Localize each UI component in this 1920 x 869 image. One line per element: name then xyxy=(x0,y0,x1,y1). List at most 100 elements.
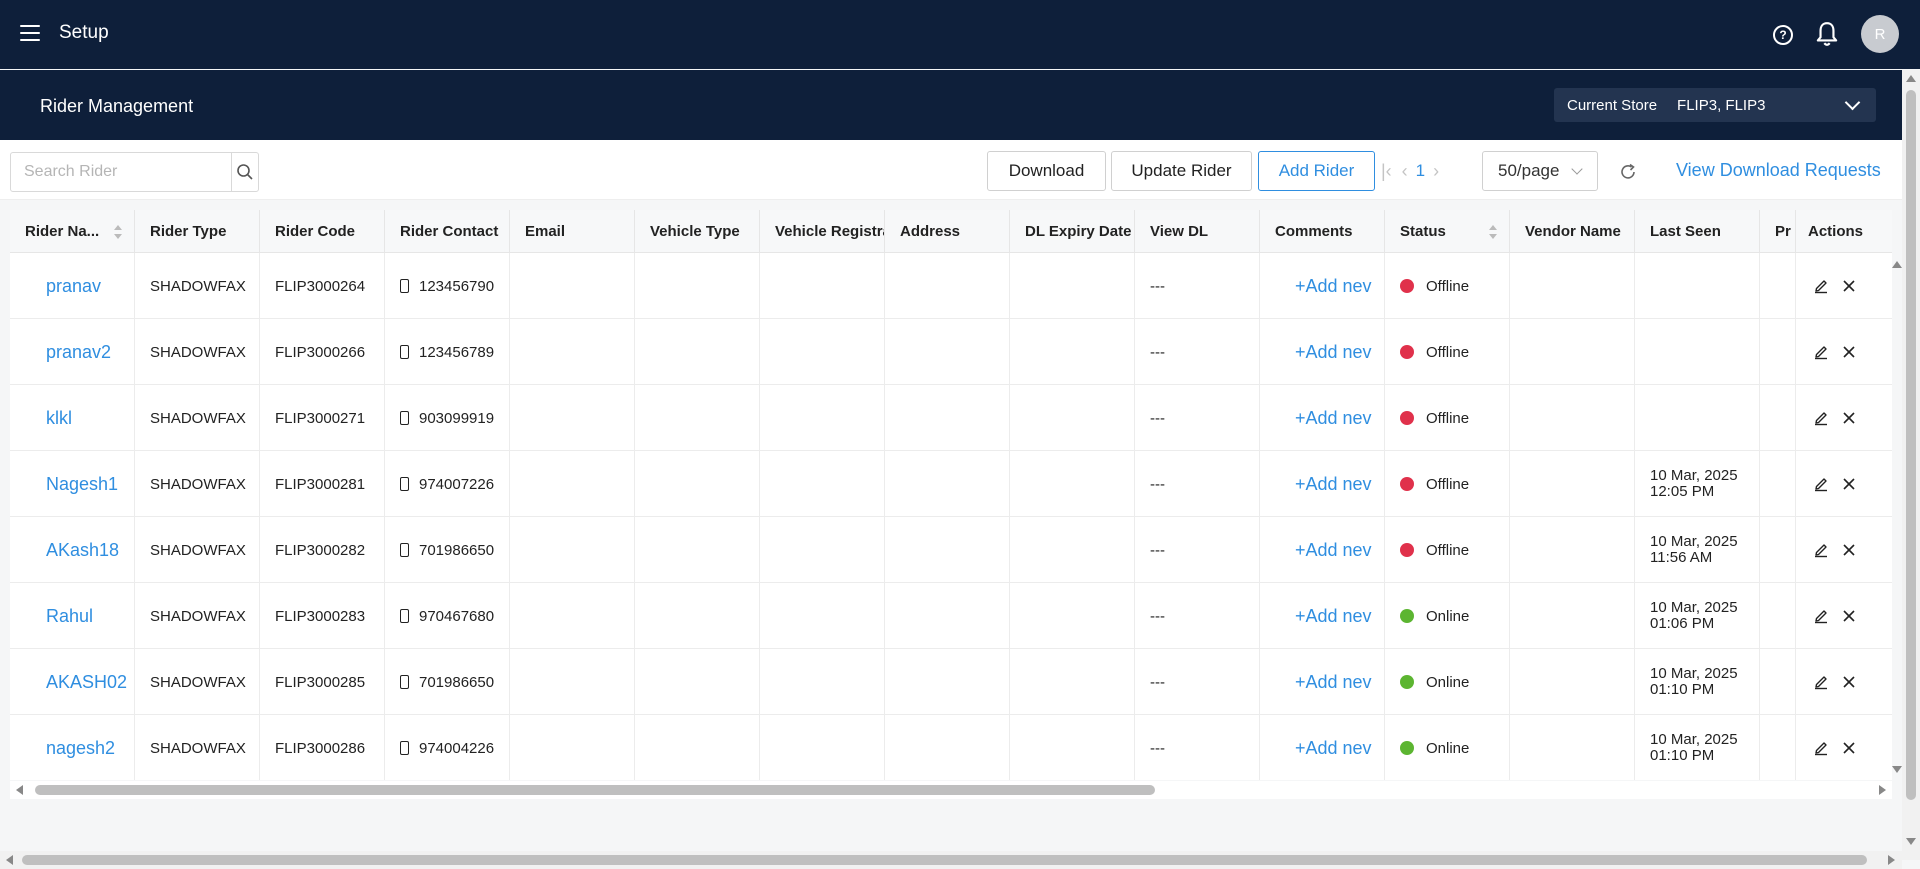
sort-icon[interactable] xyxy=(114,225,122,239)
close-icon[interactable] xyxy=(1841,740,1857,756)
add-rider-button[interactable]: Add Rider xyxy=(1258,151,1375,191)
edit-icon[interactable] xyxy=(1813,740,1829,756)
row-actions xyxy=(1795,583,1892,649)
scroll-right-icon[interactable] xyxy=(1879,785,1886,795)
edit-icon[interactable] xyxy=(1813,608,1829,624)
close-icon[interactable] xyxy=(1841,674,1857,690)
column-header-status[interactable]: Status xyxy=(1385,210,1510,253)
edit-icon[interactable] xyxy=(1813,410,1829,426)
add-comment-link[interactable]: +Add nev xyxy=(1260,715,1385,780)
update-rider-button[interactable]: Update Rider xyxy=(1111,151,1252,191)
rider-name-link[interactable]: pranav xyxy=(10,253,135,319)
column-header-vehicle-registration: Vehicle Registrat xyxy=(760,210,885,253)
column-header-rider-code: Rider Code xyxy=(260,210,385,253)
prev-page-icon[interactable]: ‹ xyxy=(1402,161,1408,182)
rider-name-link[interactable]: AKASH02 xyxy=(10,649,135,715)
scrollbar-thumb[interactable] xyxy=(35,785,1155,795)
rider-type: SHADOWFAX xyxy=(135,451,260,517)
first-page-icon[interactable]: |‹ xyxy=(1381,161,1392,182)
dl-expiry-cell xyxy=(1010,715,1135,780)
download-button[interactable]: Download xyxy=(987,151,1106,191)
status-badge: Online xyxy=(1426,673,1470,691)
scrollbar-thumb[interactable] xyxy=(1906,90,1916,800)
scroll-down-icon[interactable] xyxy=(1892,766,1902,773)
rider-contact-number: 123456790 xyxy=(419,277,495,295)
page-size-select[interactable]: 50/page xyxy=(1482,151,1598,191)
status-dot-icon xyxy=(1400,609,1414,623)
column-header-rider-name[interactable]: Rider Na... xyxy=(10,210,135,253)
rider-name-link[interactable]: Rahul xyxy=(10,583,135,649)
dl-expiry-cell xyxy=(1010,451,1135,517)
table-horizontal-scrollbar[interactable] xyxy=(10,781,1892,799)
view-dl: --- xyxy=(1135,253,1260,319)
status-dot-icon xyxy=(1400,675,1414,689)
current-store-select[interactable]: Current Store FLIP3, FLIP3 xyxy=(1554,88,1876,122)
rider-type: SHADOWFAX xyxy=(135,649,260,715)
status-dot-icon xyxy=(1400,477,1414,491)
scroll-up-icon[interactable] xyxy=(1892,261,1902,268)
add-comment-link[interactable]: +Add nev xyxy=(1260,319,1385,385)
edit-icon[interactable] xyxy=(1813,278,1829,294)
status-cell: Online xyxy=(1385,715,1510,780)
edit-icon[interactable] xyxy=(1813,542,1829,558)
search-button[interactable] xyxy=(231,153,258,191)
page-horizontal-scrollbar[interactable] xyxy=(0,851,1902,869)
user-avatar[interactable]: R xyxy=(1861,15,1899,53)
last-seen xyxy=(1635,385,1760,451)
chevron-down-icon xyxy=(1571,163,1584,175)
email-cell xyxy=(510,319,635,385)
search-input[interactable] xyxy=(11,153,231,191)
status-dot-icon xyxy=(1400,411,1414,425)
page-title: Rider Management xyxy=(40,96,194,116)
close-icon[interactable] xyxy=(1841,476,1857,492)
last-seen-date: 10 Mar, 2025 xyxy=(1650,731,1738,748)
toolbar: Download Update Rider Add Rider |‹ ‹ 1 ›… xyxy=(0,140,1902,200)
table-row: klkl SHADOWFAX FLIP3000271 903099919 --- +Add… xyxy=(10,385,1892,451)
view-dl: --- xyxy=(1135,649,1260,715)
add-comment-link[interactable]: +Add nev xyxy=(1260,649,1385,715)
view-download-requests-link[interactable]: View Download Requests xyxy=(1676,160,1881,181)
add-comment-link[interactable]: +Add nev xyxy=(1260,253,1385,319)
vehicle-type-cell xyxy=(635,253,760,319)
close-icon[interactable] xyxy=(1841,344,1857,360)
current-page[interactable]: 1 xyxy=(1416,161,1425,181)
scrollbar-thumb[interactable] xyxy=(22,855,1867,865)
scroll-left-icon[interactable] xyxy=(6,855,13,865)
last-seen-time: 01:10 PM xyxy=(1650,681,1715,698)
scroll-left-icon[interactable] xyxy=(16,785,23,795)
sort-icon[interactable] xyxy=(1489,225,1497,239)
add-comment-link[interactable]: +Add nev xyxy=(1260,583,1385,649)
close-icon[interactable] xyxy=(1841,410,1857,426)
refresh-icon[interactable] xyxy=(1618,162,1638,182)
edit-icon[interactable] xyxy=(1813,476,1829,492)
hamburger-icon[interactable] xyxy=(20,25,40,41)
scroll-down-icon[interactable] xyxy=(1906,838,1916,845)
scroll-right-icon[interactable] xyxy=(1888,855,1895,865)
rider-name-link[interactable]: Nagesh1 xyxy=(10,451,135,517)
scroll-up-icon[interactable] xyxy=(1906,75,1916,82)
rider-name-link[interactable]: pranav2 xyxy=(10,319,135,385)
rider-name-link[interactable]: nagesh2 xyxy=(10,715,135,780)
last-seen-date: 10 Mar, 2025 xyxy=(1650,665,1738,682)
help-icon[interactable]: ? xyxy=(1773,25,1793,45)
rider-name-link[interactable]: klkl xyxy=(10,385,135,451)
close-icon[interactable] xyxy=(1841,278,1857,294)
rider-contact-number: 974007226 xyxy=(419,475,495,493)
vendor-name-cell xyxy=(1510,649,1635,715)
close-icon[interactable] xyxy=(1841,608,1857,624)
add-comment-link[interactable]: +Add nev xyxy=(1260,385,1385,451)
row-actions xyxy=(1795,253,1892,319)
rider-name-link[interactable]: AKash18 xyxy=(10,517,135,583)
bell-icon[interactable] xyxy=(1814,20,1840,48)
last-seen: 10 Mar, 2025 12:05 PM xyxy=(1635,451,1760,517)
table-row: nagesh2 SHADOWFAX FLIP3000286 974004226 --- +… xyxy=(10,715,1892,780)
next-page-icon[interactable]: › xyxy=(1433,161,1439,182)
close-icon[interactable] xyxy=(1841,542,1857,558)
table-vertical-scrollbar[interactable] xyxy=(1892,253,1902,773)
edit-icon[interactable] xyxy=(1813,674,1829,690)
last-seen-time: 01:10 PM xyxy=(1650,747,1715,764)
edit-icon[interactable] xyxy=(1813,344,1829,360)
add-comment-link[interactable]: +Add nev xyxy=(1260,451,1385,517)
add-comment-link[interactable]: +Add nev xyxy=(1260,517,1385,583)
page-vertical-scrollbar[interactable] xyxy=(1902,70,1920,860)
